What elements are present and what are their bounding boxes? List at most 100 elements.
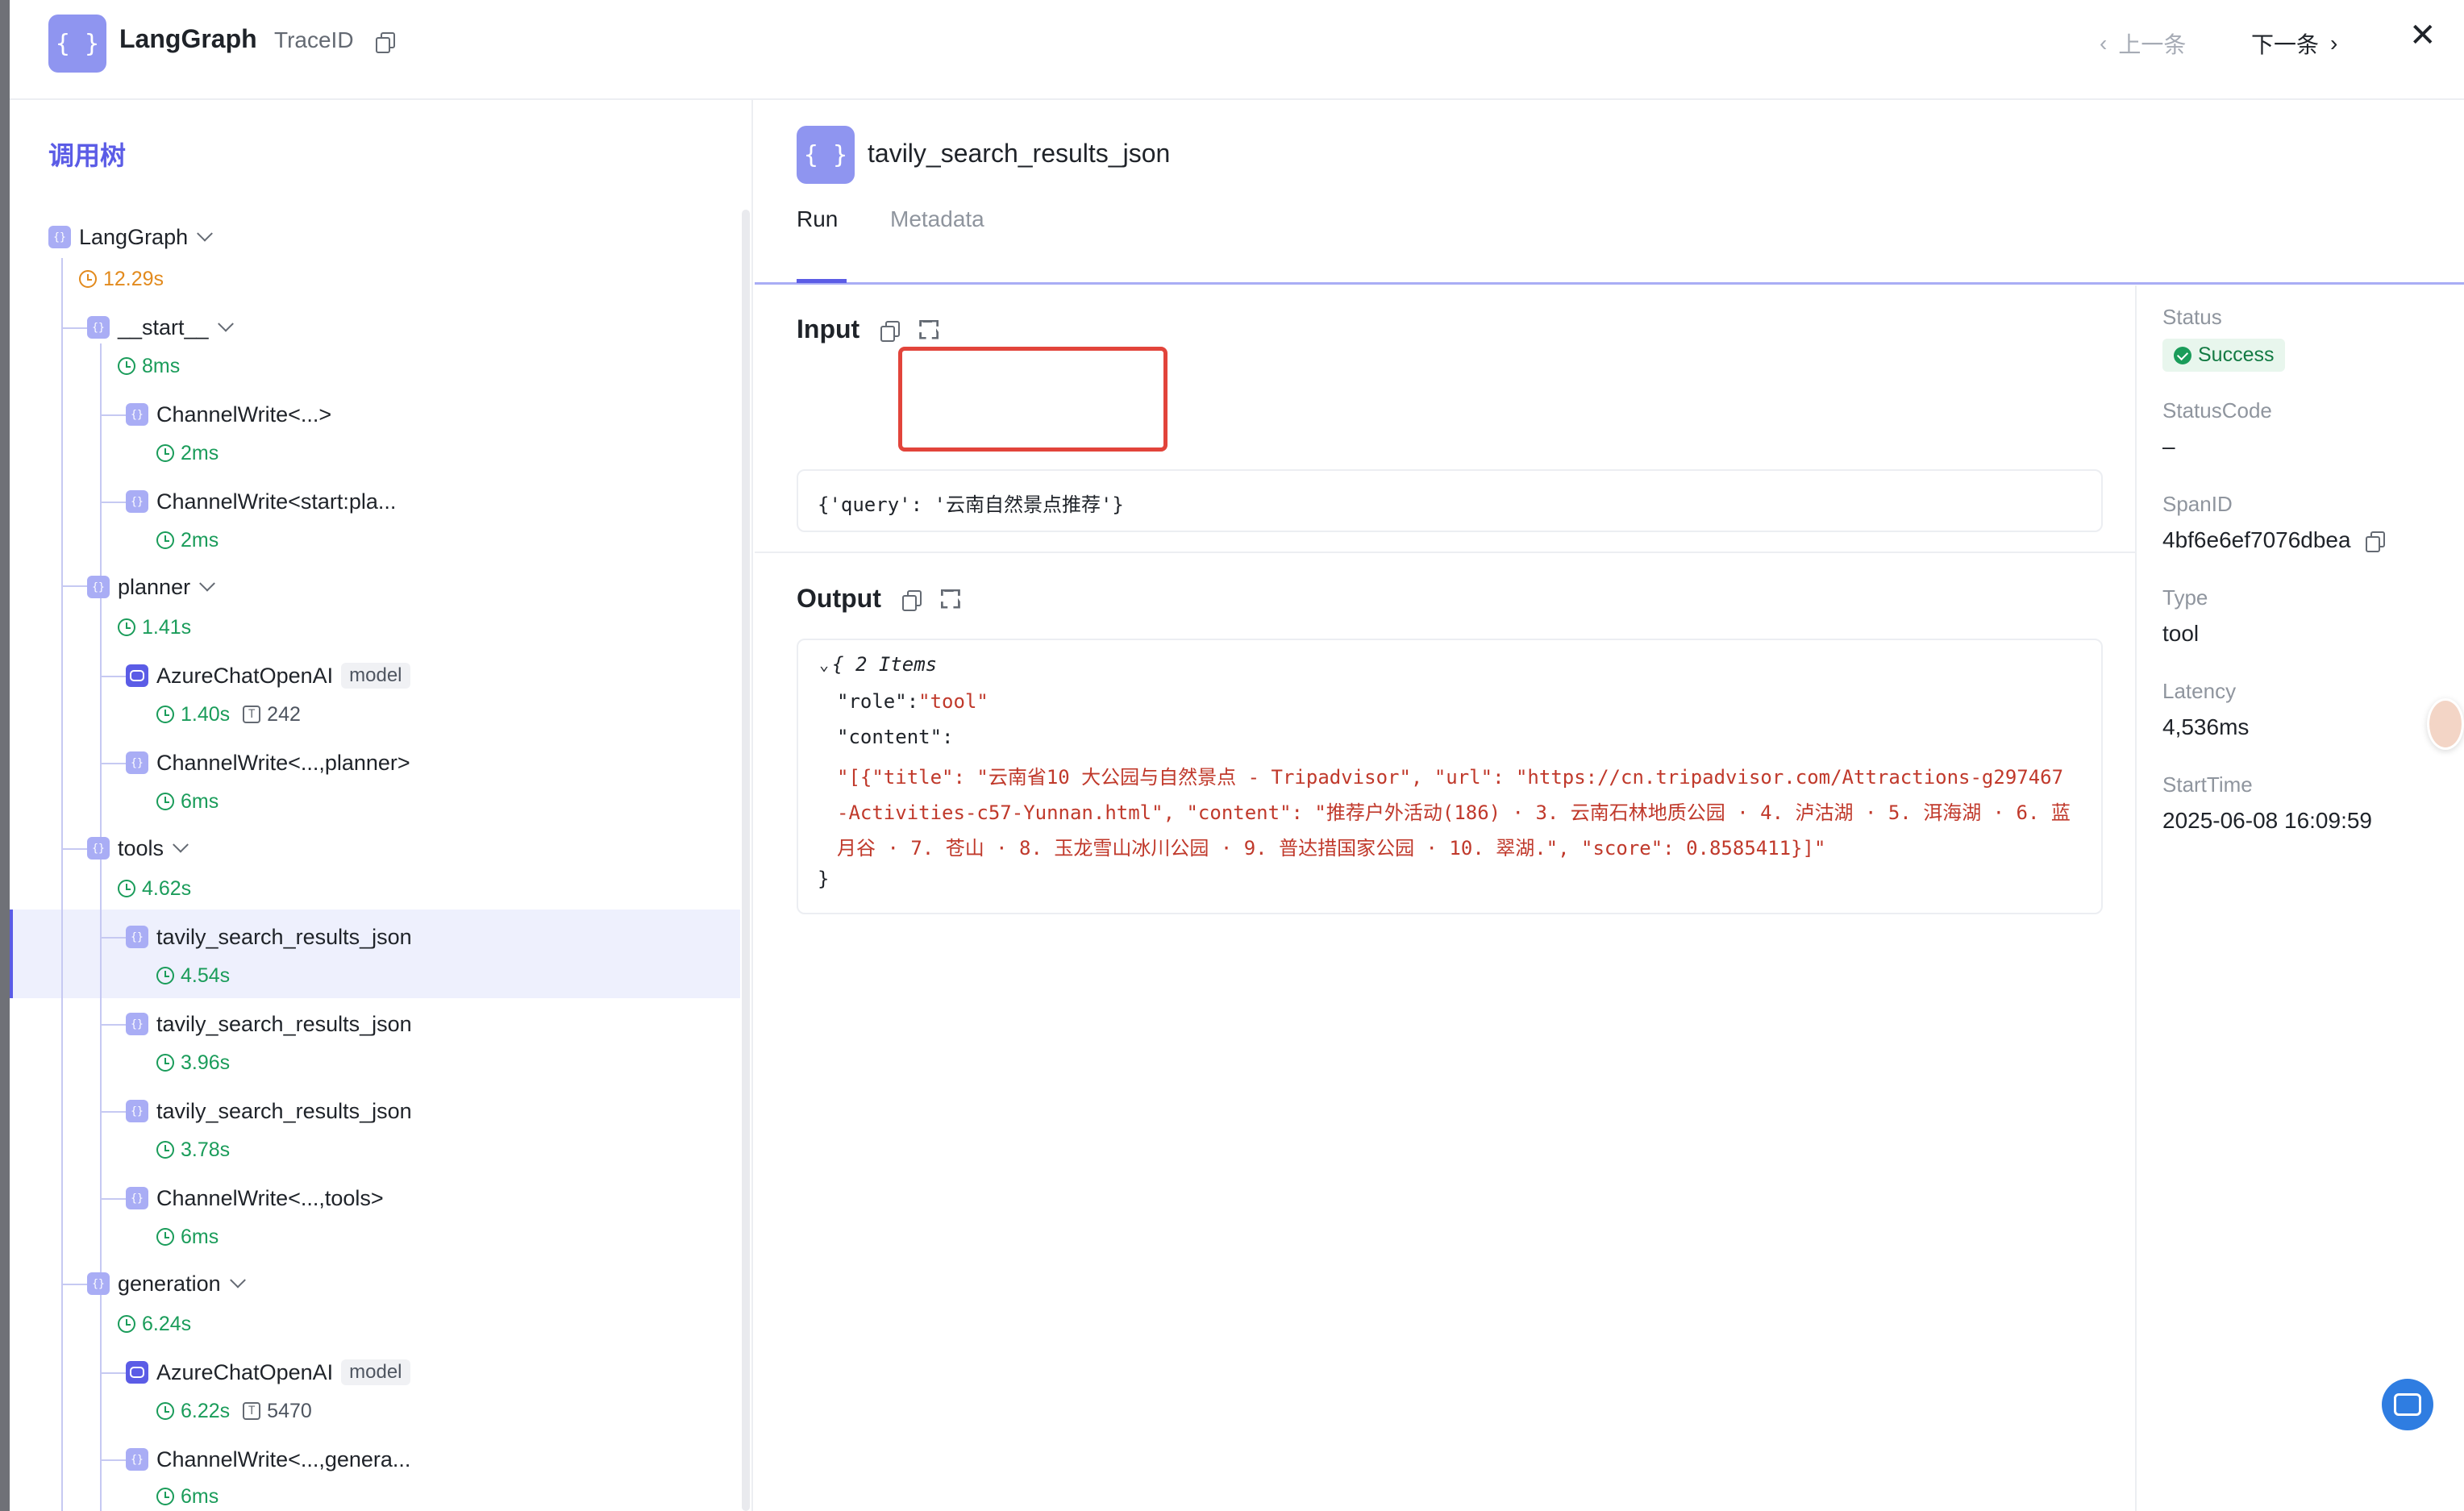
output-role-row: "role":"tool" bbox=[837, 690, 989, 713]
status-badge: Success bbox=[2162, 339, 2286, 372]
copy-icon[interactable] bbox=[376, 32, 395, 53]
clock-icon bbox=[118, 357, 135, 375]
tab-run[interactable]: Run bbox=[797, 206, 838, 232]
duration-value: 4.54s bbox=[181, 964, 231, 987]
next-button[interactable]: 下一条 › bbox=[2251, 27, 2337, 60]
tree-node-langgraph[interactable]: {} LangGraph bbox=[48, 221, 214, 253]
clock-icon bbox=[156, 531, 174, 549]
tree-connector bbox=[100, 1459, 129, 1461]
chain-node-icon: {} bbox=[87, 837, 110, 860]
tree-node-channelwrite-tools[interactable]: {} ChannelWrite<...,tools> bbox=[126, 1182, 384, 1214]
tree-node-channelwrite-planner[interactable]: {} ChannelWrite<...,planner> bbox=[126, 747, 410, 779]
copy-icon[interactable] bbox=[901, 589, 922, 611]
tree-node-label: tools bbox=[118, 835, 164, 860]
fullscreen-icon[interactable] bbox=[941, 589, 960, 609]
chain-node-icon: {} bbox=[48, 226, 71, 248]
clock-icon bbox=[156, 706, 174, 723]
chain-node-icon: {} bbox=[87, 1272, 110, 1295]
collapse-chevron-icon[interactable]: ⌄ bbox=[819, 655, 829, 674]
trace-id-label: TraceID bbox=[274, 27, 354, 52]
tree-node-channelwrite-start[interactable]: {} ChannelWrite<start:pla... bbox=[126, 485, 396, 518]
json-string: "tool" bbox=[918, 690, 989, 713]
tree-connector bbox=[61, 327, 90, 329]
model-tag: model bbox=[341, 1359, 410, 1385]
tree-connector bbox=[100, 864, 102, 1300]
tree-node-azurechatopenai[interactable]: AzureChatOpenAI model bbox=[126, 660, 410, 692]
model-tag: model bbox=[341, 663, 410, 689]
tree-node-generation[interactable]: {} generation bbox=[87, 1267, 246, 1300]
chevron-right-icon: › bbox=[2330, 31, 2338, 56]
chain-node-icon: {} bbox=[126, 751, 148, 774]
model-node-icon bbox=[126, 664, 148, 687]
section-divider bbox=[755, 552, 2137, 553]
tree-node-label: ChannelWrite<...,tools> bbox=[156, 1185, 384, 1210]
json-key: "content": bbox=[837, 726, 954, 748]
latency-label: Latency bbox=[2162, 679, 2237, 703]
chat-icon[interactable] bbox=[2382, 1379, 2433, 1430]
tree-node-tavily[interactable]: {} tavily_search_results_json bbox=[126, 1095, 412, 1127]
chevron-down-icon[interactable] bbox=[173, 836, 189, 853]
chevron-down-icon[interactable] bbox=[199, 575, 215, 592]
duration-value: 6.24s bbox=[142, 1312, 192, 1335]
starttime-value: 2025-06-08 16:09:59 bbox=[2162, 808, 2372, 833]
prev-label: 上一条 bbox=[2118, 32, 2187, 57]
duration-value: 2ms bbox=[181, 441, 219, 464]
json-string: "[{"title": "云南省10 大公园与自然景点 - Tripadviso… bbox=[837, 766, 2064, 789]
tree-connector bbox=[100, 1372, 129, 1374]
chain-node-icon: {} bbox=[126, 1448, 148, 1471]
clock-icon bbox=[118, 880, 135, 897]
tree-node-label: planner bbox=[118, 574, 191, 599]
tool-node-icon: {} bbox=[126, 926, 148, 948]
token-icon: T bbox=[243, 1402, 261, 1420]
tab-metadata[interactable]: Metadata bbox=[890, 206, 984, 232]
tab-divider bbox=[755, 282, 2464, 285]
duration-value: 1.41s bbox=[142, 615, 192, 639]
statuscode-label: StatusCode bbox=[2162, 398, 2272, 422]
node-duration: 3.78s bbox=[156, 1135, 230, 1164]
tree-node-channelwrite[interactable]: {} ChannelWrite<...> bbox=[126, 398, 331, 431]
chain-node-icon: {} bbox=[126, 1187, 148, 1209]
chevron-down-icon[interactable] bbox=[197, 225, 214, 242]
tree-node-tavily-selected[interactable]: {} tavily_search_results_json bbox=[126, 921, 412, 953]
clock-icon bbox=[79, 270, 97, 288]
output-summary-row[interactable]: ⌄ { 2 Items bbox=[819, 653, 937, 676]
tree-node-azurechatopenai[interactable]: AzureChatOpenAI model bbox=[126, 1356, 410, 1388]
tree-node-label: ChannelWrite<...> bbox=[156, 402, 332, 427]
tree-node-start[interactable]: {} __start__ bbox=[87, 311, 234, 343]
header: { } LangGraph TraceID ‹ 上一条 下一条 › ✕ bbox=[10, 0, 2464, 100]
annotation-highlight bbox=[898, 347, 1167, 452]
clock-icon bbox=[156, 1488, 174, 1505]
tree-node-planner[interactable]: {} planner bbox=[87, 571, 215, 603]
tree-node-channelwrite-generation[interactable]: {} ChannelWrite<...,genera... bbox=[126, 1443, 410, 1476]
tree-node-tools[interactable]: {} tools bbox=[87, 832, 189, 864]
token-count: T 242 bbox=[243, 703, 301, 726]
copy-icon[interactable] bbox=[2365, 531, 2385, 552]
tree-node-label: ChannelWrite<...,genera... bbox=[156, 1446, 411, 1471]
node-duration: 1.41s bbox=[118, 613, 191, 642]
node-duration: 12.29s bbox=[79, 264, 164, 293]
chevron-down-icon[interactable] bbox=[217, 315, 234, 332]
tree-node-label: AzureChatOpenAI bbox=[156, 1359, 334, 1384]
tree-node-label: ChannelWrite<...,planner> bbox=[156, 750, 410, 775]
spanid-value: 4bf6e6ef7076dbea bbox=[2162, 527, 2351, 552]
duration-value: 3.78s bbox=[181, 1138, 231, 1161]
node-duration: 6ms bbox=[156, 787, 219, 816]
tree-node-tavily[interactable]: {} tavily_search_results_json bbox=[126, 1008, 412, 1040]
json-string: -Activities-c57-Yunnan.html", "content":… bbox=[837, 801, 2071, 824]
prev-button[interactable]: ‹ 上一条 bbox=[2100, 27, 2186, 60]
io-area: Input {'query': '云南自然景点推荐'} Output ⌄ { 2… bbox=[755, 285, 2137, 1511]
output-code-box[interactable]: ⌄ { 2 Items "role":"tool" "content": "[{… bbox=[797, 639, 2103, 914]
fullscreen-icon[interactable] bbox=[919, 320, 939, 339]
token-icon: T bbox=[243, 706, 261, 723]
duration-value: 6ms bbox=[181, 1484, 219, 1508]
trace-detail-panel: { } LangGraph TraceID ‹ 上一条 下一条 › ✕ 调用树 bbox=[10, 0, 2464, 1511]
input-code-box[interactable]: {'query': '云南自然景点推荐'} bbox=[797, 469, 2103, 532]
assistant-avatar[interactable] bbox=[2427, 698, 2464, 750]
close-icon[interactable]: ✕ bbox=[2409, 19, 2437, 52]
scrollbar[interactable] bbox=[742, 210, 750, 1511]
token-value: 5470 bbox=[267, 1399, 312, 1422]
node-duration: 8ms bbox=[118, 352, 180, 381]
copy-icon[interactable] bbox=[880, 320, 901, 342]
tree-connector bbox=[100, 676, 129, 677]
chevron-down-icon[interactable] bbox=[229, 1272, 246, 1288]
